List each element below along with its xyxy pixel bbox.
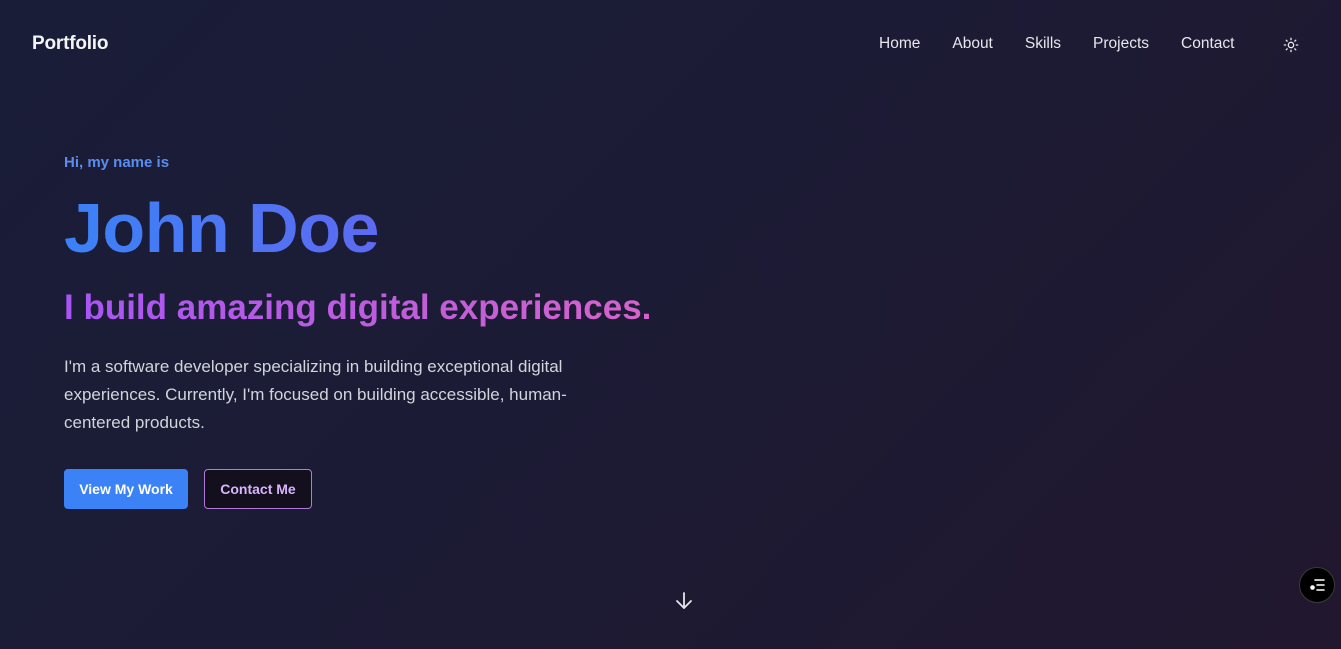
hero-buttons: View My Work Contact Me (64, 469, 684, 509)
menu-list-icon (1310, 579, 1325, 591)
brand-logo[interactable]: Portfolio (32, 33, 108, 55)
scroll-down-button[interactable] (674, 590, 694, 612)
hero-section: Hi, my name is John Doe I build amazing … (64, 150, 684, 509)
navbar: Portfolio Home About Skills Projects Con… (0, 0, 1341, 90)
view-my-work-button[interactable]: View My Work (64, 469, 188, 509)
hero-description: I'm a software developer specializing in… (64, 357, 567, 432)
nav-link-home[interactable]: Home (879, 35, 920, 53)
hero-greeting: Hi, my name is (64, 154, 170, 171)
floating-menu-button[interactable] (1299, 567, 1335, 603)
nav-link-skills[interactable]: Skills (1025, 35, 1061, 53)
nav-link-projects[interactable]: Projects (1093, 35, 1149, 53)
contact-me-button[interactable]: Contact Me (204, 469, 312, 509)
nav-link-about[interactable]: About (952, 35, 993, 53)
nav-link-contact[interactable]: Contact (1181, 35, 1234, 53)
nav-links: Home About Skills Projects Contact (879, 35, 1266, 53)
hero-tagline: I build amazing digital experiences. (64, 287, 684, 329)
arrow-down-icon (676, 592, 692, 609)
hero-name: John Doe (64, 193, 684, 263)
theme-toggle-button[interactable] (1280, 34, 1302, 56)
sun-icon (1283, 37, 1299, 53)
